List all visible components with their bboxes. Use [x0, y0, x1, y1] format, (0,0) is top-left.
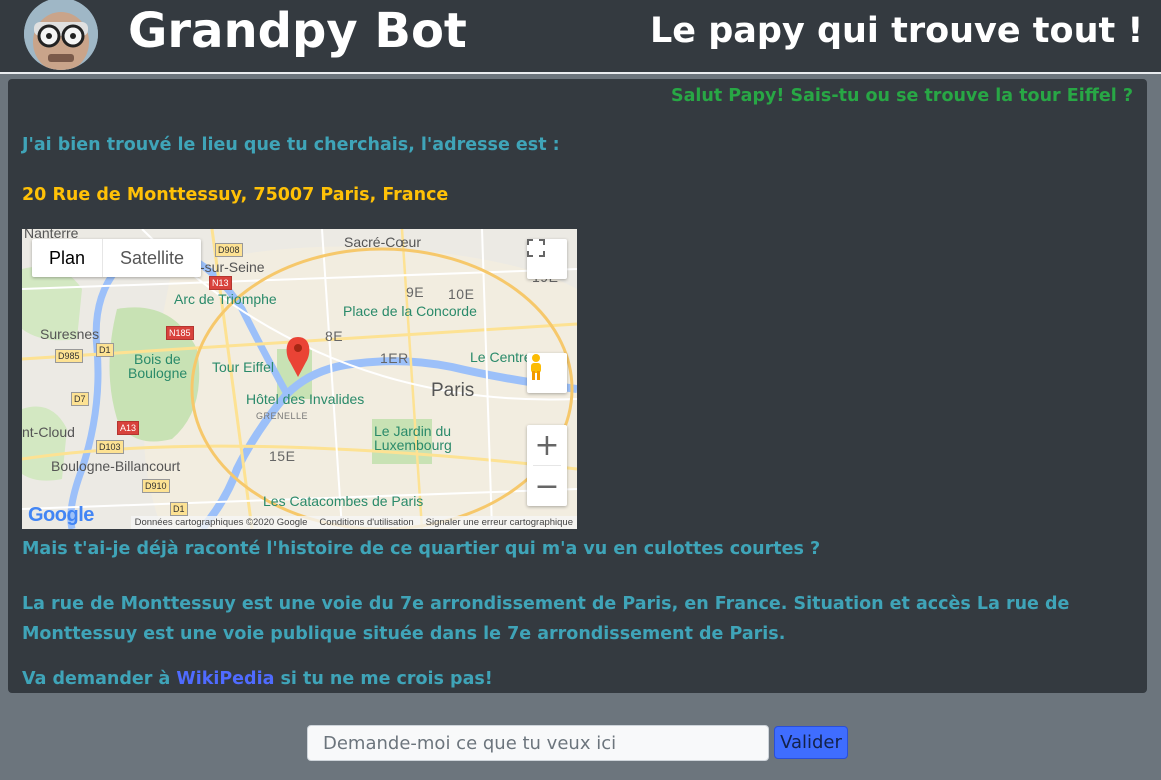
bot-found-message: J'ai bien trouvé le lieu que tu cherchai… — [22, 135, 560, 155]
report-error-link[interactable]: Signaler une erreur cartographique — [426, 517, 573, 528]
label-10e: 10E — [448, 286, 475, 302]
bot-story-intro: Mais t'ai-je déjà raconté l'histoire de … — [22, 539, 821, 559]
map-footer: Google Données cartographiques ©2020 Goo… — [22, 504, 577, 529]
road-d7: D7 — [71, 392, 89, 406]
road-d103: D103 — [96, 440, 124, 454]
fullscreen-icon — [527, 239, 545, 257]
wiki-suffix: si tu ne me crois pas! — [280, 669, 493, 689]
tagline: Le papy qui trouve tout ! — [650, 11, 1144, 51]
label-catacombes: Les Catacombes de Paris — [263, 493, 424, 509]
map-type-satellite-button[interactable]: Satellite — [103, 239, 201, 277]
label-arc-de-triomphe: Arc de Triomphe — [174, 291, 277, 307]
label-8e: 8E — [325, 328, 344, 344]
grandpa-avatar — [24, 0, 98, 70]
pegman-icon — [531, 354, 541, 380]
road-n185: N185 — [166, 326, 194, 340]
label-le-centre: Le Centre — [470, 349, 532, 365]
road-a13: A13 — [117, 421, 140, 435]
label-paris: Paris — [431, 380, 475, 401]
label-15e: 15E — [269, 448, 296, 464]
zoom-out-button[interactable]: − — [527, 466, 567, 506]
road-n13: N13 — [209, 276, 232, 290]
label-invalides: Hôtel des Invalides — [246, 391, 365, 407]
label-boulogne-bois: Boulogne — [128, 365, 188, 381]
label-sacre-coeur: Sacré-Cœur — [344, 234, 422, 250]
road-d910: D910 — [142, 479, 170, 493]
fullscreen-button[interactable] — [527, 239, 567, 279]
address-text: 20 Rue de Monttessuy, 75007 Paris, Franc… — [22, 185, 449, 205]
attribution-text: Données cartographiques ©2020 Google — [134, 517, 308, 528]
terms-link[interactable]: Conditions d'utilisation — [319, 517, 413, 528]
zoom-in-button[interactable]: + — [527, 425, 567, 465]
navbar: Grandpy Bot Le papy qui trouve tout ! — [0, 0, 1161, 74]
zoom-control: + − — [527, 425, 567, 506]
map-type-plan-button[interactable]: Plan — [32, 239, 104, 277]
label-suresnes: Suresnes — [40, 326, 100, 342]
label-tour-eiffel: Tour Eiffel — [212, 359, 274, 375]
road-d908: D908 — [215, 243, 243, 257]
submit-button[interactable]: Valider — [774, 726, 848, 759]
label-9e: 9E — [406, 284, 425, 300]
label-concorde: Place de la Concorde — [343, 303, 477, 319]
street-view-pegman[interactable] — [527, 353, 567, 393]
map-type-control: Plan Satellite — [32, 239, 202, 277]
bot-story-text: La rue de Monttessuy est une voie du 7e … — [22, 594, 1070, 644]
label-sur-seine: -sur-Seine — [200, 259, 265, 275]
google-logo: Google — [28, 504, 94, 526]
chat-panel: Salut Papy! Sais-tu ou se trouve la tour… — [8, 79, 1147, 693]
wikipedia-link[interactable]: WikiPedia — [176, 669, 274, 689]
google-map[interactable]: Nanterre -sur-Seine Sacré-Cœur Arc de Tr… — [22, 229, 577, 529]
label-grenelle: GRENELLE — [256, 411, 309, 421]
label-luxembourg: Luxembourg — [374, 437, 452, 453]
label-1er: 1ER — [380, 350, 409, 366]
map-attribution: Données cartographiques ©2020 Google Con… — [130, 516, 577, 529]
road-d985: D985 — [55, 349, 83, 363]
question-input[interactable] — [307, 725, 769, 761]
bot-wiki-message: Va demander à WikiPedia si tu ne me croi… — [22, 669, 493, 689]
road-d1-north: D1 — [96, 343, 114, 357]
label-boulogne-billancourt: Boulogne-Billancourt — [51, 458, 181, 474]
label-saint-cloud: nt-Cloud — [22, 424, 75, 440]
wiki-prefix: Va demander à — [22, 669, 171, 689]
user-message: Salut Papy! Sais-tu ou se trouve la tour… — [670, 86, 1133, 106]
brand-title: Grandpy Bot — [128, 3, 467, 59]
